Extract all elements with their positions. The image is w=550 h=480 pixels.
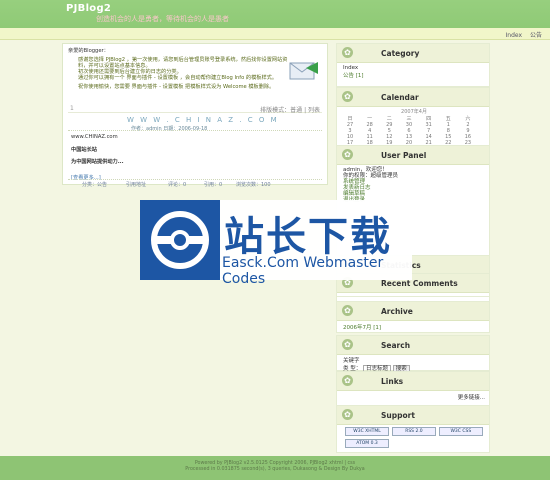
panel-icon: ✿ — [342, 47, 353, 58]
post-category[interactable]: 分类：公告 — [82, 181, 107, 188]
panel-title: Calendar — [381, 93, 419, 102]
footer-line: Powered by PJBlog2 v2.5.0125 Copyright 2… — [194, 461, 356, 466]
post-body-line: 为中国网站提供动力... — [71, 159, 124, 165]
panel-header: ✿ Support — [337, 406, 489, 425]
trackback-link[interactable]: 引用地址 — [126, 181, 146, 188]
post-meta: 分类：公告 引用地址 评论：0 引用：0 浏览次数：100 — [68, 179, 322, 188]
links-body: 更多链接... — [343, 393, 485, 401]
main-post: 亲爱的Blogger： 感谢您选择 PJBlog2 ，第一次使用，请您到后台管理… — [62, 43, 328, 188]
archive-item[interactable]: 2006年7月 [1] — [343, 323, 485, 331]
intro-line: 感谢您选择 PJBlog2 ，第一次使用，请您到后台管理员账号登录系统，然后找你… — [78, 57, 288, 69]
watermark-logo: 站长下载 Easck.Com Webmaster Codes — [140, 200, 412, 287]
watermark-emblem — [140, 200, 220, 280]
mail-icon — [289, 62, 318, 80]
badge-xhtml[interactable]: W3C XHTML — [345, 427, 389, 436]
site-footer: Powered by PJBlog2 v2.5.0125 Copyright 2… — [0, 456, 550, 480]
panel-header: ✿ Calendar — [337, 88, 489, 107]
post-body-line: 中国站长站 — [71, 147, 97, 153]
panel-header: ✿ Links — [337, 372, 489, 391]
calendar-month[interactable]: 2007年4月 — [343, 108, 485, 115]
calendar-weekday: 四 — [426, 116, 432, 122]
calendar-weekday: 日 — [347, 116, 353, 122]
panel-title: Links — [381, 377, 404, 386]
nav-notice[interactable]: 公告 — [530, 32, 542, 39]
greeting: 亲爱的Blogger： — [68, 48, 109, 54]
panel-icon: ✿ — [342, 305, 353, 316]
panel-header: ✿ Category — [337, 44, 489, 63]
panel-header: ✿ Archive — [337, 302, 489, 321]
archive-list: 2006年7月 [1] — [343, 323, 485, 331]
panel-search: ✿ Search 关键字 类 型： 日志标题 搜索 — [336, 335, 490, 373]
support-badges: W3C XHTML RSS 2.0 W3C CSS ATOM 0.3 — [345, 427, 485, 451]
trackbacks-link[interactable]: 引用：0 — [204, 181, 222, 188]
panel-icon: ✿ — [342, 149, 353, 160]
panel-title: Archive — [381, 307, 413, 316]
panel-title: Support — [381, 411, 415, 420]
panel-icon: ✿ — [342, 375, 353, 386]
nav-index[interactable]: Index — [506, 32, 523, 39]
badge-rss[interactable]: RSS 2.0 — [391, 427, 436, 436]
site-title[interactable]: PJBlog2 — [66, 3, 111, 14]
panel-header: ✿ User Panel — [337, 146, 489, 165]
comments-link[interactable]: 评论：0 — [168, 181, 186, 188]
panel-archive: ✿ Archive 2006年7月 [1] — [336, 301, 490, 333]
intro-line: 祝你使用愉快，您需要 界面与插件 - 设置模板 把模板样式设为 Welcome … — [78, 84, 275, 90]
views-count: 浏览次数：100 — [236, 182, 271, 188]
nav-bar: Index 公告 — [0, 28, 550, 40]
panel-header: ✿ Search — [337, 336, 489, 355]
panel-category: ✿ Category Index 公告 [1] — [336, 43, 490, 87]
panel-links: ✿ Links 更多链接... — [336, 371, 490, 407]
category-item[interactable]: 公告 [1] — [343, 71, 485, 79]
calendar-weekday: 二 — [386, 116, 392, 122]
site-slogan: 创造机会的人是勇者，等待机会的人是愚者 — [96, 15, 229, 23]
divider — [68, 130, 322, 131]
calendar-weekday: 六 — [465, 116, 471, 122]
intro-line: 通过你可以拥有一个 界面与插件 - 设置模板 ，会自动帮你建立Blog Info… — [78, 75, 278, 81]
category-list: Index 公告 [1] — [343, 65, 485, 79]
post-title[interactable]: W W W . C H I N A Z . C O M — [127, 116, 279, 124]
footer-line: Processed in 0.031875 second(s), 3 queri… — [185, 466, 365, 472]
badge-css[interactable]: W3C CSS — [438, 427, 483, 436]
view-mode-links[interactable]: 排版模式：普通 | 列表 — [260, 105, 320, 114]
calendar-weekday: 五 — [445, 116, 451, 122]
nav-links: Index 公告 — [500, 30, 542, 39]
user-panel-list: admin，欢迎您！ 你的权限：超级管理员 系统管理 发表新日志 编辑草稿 退出… — [343, 167, 485, 203]
panel-icon: ✿ — [342, 409, 353, 420]
search-keyword-label: 关键字 — [343, 358, 360, 364]
e-logo-icon — [151, 211, 209, 269]
badge-atom[interactable]: ATOM 0.3 — [345, 439, 389, 448]
post-toolbar: 1 排版模式：普通 | 列表 — [68, 104, 322, 114]
calendar-weekday: 一 — [367, 116, 373, 122]
search-form: 关键字 类 型： 日志标题 搜索 — [343, 356, 485, 373]
panel-title: Category — [381, 49, 420, 58]
post-body-line: www.CHINAZ.com — [71, 134, 118, 140]
panel-support: ✿ Support W3C XHTML RSS 2.0 W3C CSS ATOM … — [336, 405, 490, 453]
calendar-weekday: 三 — [406, 116, 412, 122]
panel-icon: ✿ — [342, 339, 353, 350]
calendar-weekdays: 日一二三四五六 — [343, 115, 475, 122]
intro-text: 亲爱的Blogger： 感谢您选择 PJBlog2 ，第一次使用，请您到后台管理… — [68, 48, 323, 90]
watermark-en: Easck.Com Webmaster Codes — [222, 255, 384, 287]
post-marker: 1 — [70, 105, 74, 112]
panel-title: User Panel — [381, 151, 427, 160]
panel-icon: ✿ — [342, 91, 353, 102]
panel-title: Search — [381, 341, 411, 350]
watermark-cn: 站长下载 — [224, 214, 392, 260]
more-links[interactable]: 更多链接... — [458, 395, 485, 401]
site-header: PJBlog2 创造机会的人是勇者，等待机会的人是愚者 — [0, 0, 550, 28]
